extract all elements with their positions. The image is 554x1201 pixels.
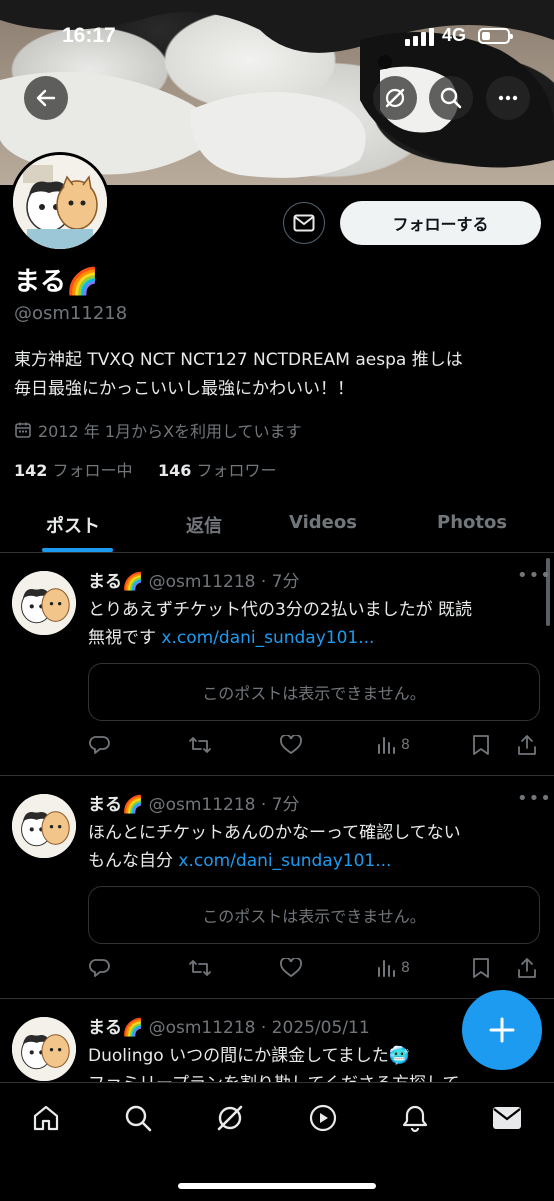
nav-notifications[interactable] <box>399 1102 431 1134</box>
bookmark-icon <box>473 735 489 755</box>
joined-date: 2012 年 1月からXを利用しています <box>14 418 302 442</box>
post-text: とりあえずチケット代の3分の2払いましたが 既読 無視です x.com/dani… <box>88 600 473 648</box>
nav-home[interactable] <box>30 1102 62 1134</box>
profile-avatar[interactable] <box>10 152 110 252</box>
profile-name: まる🌈 <box>14 267 99 297</box>
nav-search[interactable] <box>122 1102 154 1134</box>
follow-counts: 142 フォロー中 146 フォロワー <box>14 457 276 481</box>
search-icon <box>440 87 462 109</box>
back-button[interactable] <box>24 76 68 120</box>
search-icon <box>125 1105 152 1132</box>
share-button[interactable] <box>516 734 538 756</box>
repost-button[interactable] <box>188 957 212 979</box>
calendar-icon <box>15 422 31 438</box>
more-button[interactable] <box>486 76 530 120</box>
post-avatar[interactable] <box>12 794 76 858</box>
reply-icon <box>89 736 110 754</box>
profile-handle: @osm11218 <box>14 303 128 324</box>
post-text: Duolingo いつの間にか課金してました🥶 ファミリープランを割り勘してくだ… <box>88 1046 459 1082</box>
reply-button[interactable] <box>89 957 111 979</box>
tab-photos[interactable]: Photos <box>437 512 507 533</box>
views-button[interactable]: 8 <box>377 735 410 755</box>
envelope-icon <box>493 1107 521 1129</box>
more-icon <box>498 95 518 101</box>
post-item[interactable]: まる🌈 @osm11218 · 7分 ••• とりあえずチケット代の3分の2払い… <box>0 553 554 776</box>
post-avatar[interactable] <box>12 1017 76 1081</box>
views-count: 8 <box>401 960 410 976</box>
grok-button[interactable] <box>373 76 417 120</box>
post-header: まる🌈 @osm11218 · 2025/05/11 <box>88 1018 370 1038</box>
home-indicator <box>178 1183 376 1189</box>
views-count: 8 <box>401 737 410 753</box>
repost-icon <box>189 960 211 976</box>
post-link[interactable]: x.com/dani_sunday101... <box>178 851 391 871</box>
post-more-button[interactable]: ••• <box>517 788 552 809</box>
post-header: まる🌈 @osm11218 · 7分 <box>88 572 300 592</box>
grok-icon <box>217 1105 243 1131</box>
followers-link[interactable]: 146 フォロワー <box>158 461 277 480</box>
reply-button[interactable] <box>89 734 111 756</box>
bookmark-button[interactable] <box>472 734 490 756</box>
post-text: ほんとにチケットあんのかなーって確認してない もんな自分 x.com/dani_… <box>88 823 461 871</box>
nav-video[interactable] <box>307 1102 339 1134</box>
post-header: まる🌈 @osm11218 · 7分 <box>88 795 300 815</box>
bell-icon <box>402 1105 428 1133</box>
follow-button[interactable]: フォローする <box>340 201 541 245</box>
status-bar: 16:17 4G <box>0 0 554 70</box>
nav-messages[interactable] <box>491 1102 523 1134</box>
avatar-cat-illustration <box>12 794 76 858</box>
profile-tabs: ポスト 返信 Videos Photos <box>0 500 554 553</box>
like-button[interactable] <box>280 735 302 755</box>
tab-posts[interactable]: ポスト <box>46 512 100 538</box>
share-icon <box>518 958 536 978</box>
share-icon <box>518 735 536 755</box>
quoted-post-unavailable: このポストは表示できません。 <box>88 663 540 721</box>
bookmark-icon <box>473 958 489 978</box>
grok-icon <box>385 88 405 108</box>
repost-icon <box>189 737 211 753</box>
views-button[interactable]: 8 <box>377 958 410 978</box>
post-avatar[interactable] <box>12 571 76 635</box>
status-time: 16:17 <box>62 24 116 47</box>
play-circle-icon <box>309 1104 337 1132</box>
home-icon <box>33 1105 59 1131</box>
signal-icon <box>405 28 434 46</box>
battery-icon <box>478 28 513 44</box>
heart-icon <box>280 735 302 755</box>
quoted-post-unavailable: このポストは表示できません。 <box>88 886 540 944</box>
network-type: 4G <box>442 25 467 45</box>
envelope-icon <box>293 214 315 232</box>
avatar-cat-illustration <box>13 155 107 249</box>
avatar-cat-illustration <box>12 1017 76 1081</box>
repost-button[interactable] <box>188 734 212 756</box>
arrow-left-icon <box>36 89 56 107</box>
nav-grok[interactable] <box>214 1102 246 1134</box>
tab-replies[interactable]: 返信 <box>186 512 222 538</box>
search-button[interactable] <box>429 76 473 120</box>
active-tab-indicator <box>42 548 113 552</box>
share-button[interactable] <box>516 957 538 979</box>
post-more-button[interactable]: ••• <box>517 565 552 586</box>
post-item[interactable]: まる🌈 @osm11218 · 7分 ••• ほんとにチケットあんのかなーって確… <box>0 776 554 999</box>
post-link[interactable]: x.com/dani_sunday101... <box>161 628 374 648</box>
heart-icon <box>280 958 302 978</box>
views-icon <box>378 737 395 754</box>
message-button[interactable] <box>283 202 325 244</box>
rainbow-emoji: 🌈 <box>66 267 99 297</box>
compose-button[interactable] <box>462 990 542 1070</box>
tab-videos[interactable]: Videos <box>289 512 357 533</box>
bookmark-button[interactable] <box>472 957 490 979</box>
plus-icon <box>489 1017 515 1043</box>
profile-bio: 東方神起 TVXQ NCT NCT127 NCTDREAM aespa 推しは … <box>14 350 463 399</box>
avatar-cat-illustration <box>12 571 76 635</box>
views-icon <box>378 960 395 977</box>
like-button[interactable] <box>280 958 302 978</box>
reply-icon <box>89 959 110 977</box>
following-link[interactable]: 142 フォロー中 <box>14 461 133 480</box>
